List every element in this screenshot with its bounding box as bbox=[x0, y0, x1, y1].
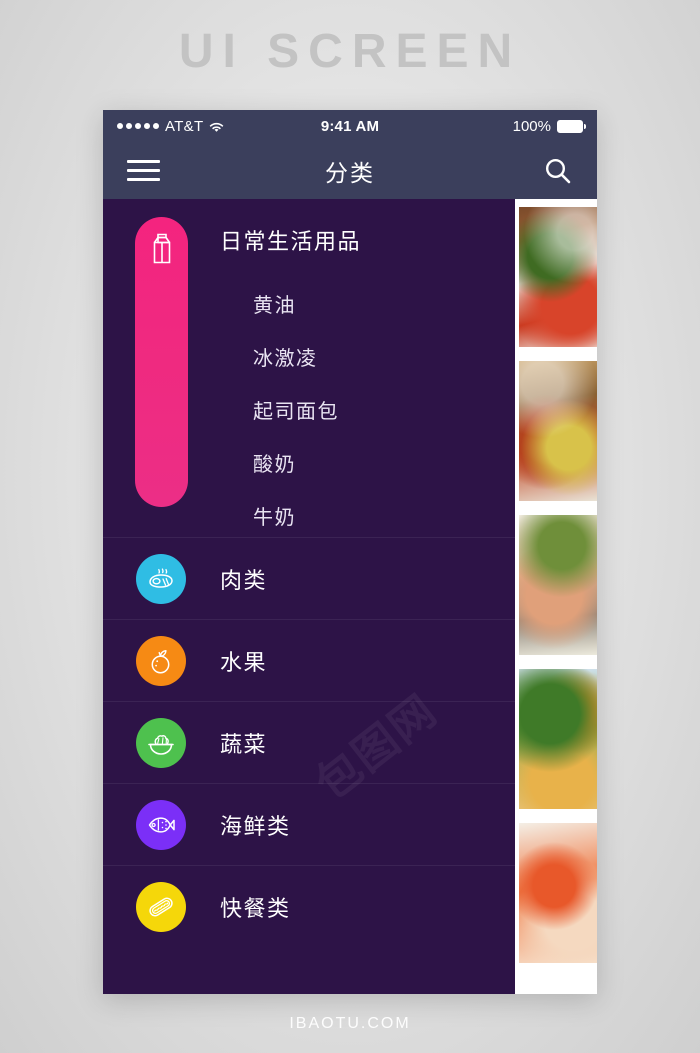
category-label: 海鲜类 bbox=[220, 813, 291, 839]
active-category-label: 日常生活用品 bbox=[220, 229, 362, 254]
battery-percent-label: 100% bbox=[512, 117, 551, 135]
category-label: 水果 bbox=[220, 649, 268, 675]
category-row-fastfood[interactable]: 快餐类 bbox=[103, 865, 515, 947]
status-bar: AT&T 9:41 AM 100% bbox=[103, 110, 597, 142]
site-footer: IBAOTU.COM bbox=[289, 1015, 411, 1032]
salad-bowl-icon bbox=[136, 717, 186, 768]
subcategory-item[interactable]: 黄油 bbox=[253, 289, 339, 318]
subcategory-item[interactable]: 冰激凌 bbox=[253, 342, 339, 371]
category-row-vegetable[interactable]: 蔬菜 bbox=[103, 701, 515, 783]
navigation-bar: 分类 bbox=[103, 142, 597, 199]
subcategory-item[interactable]: 酸奶 bbox=[253, 448, 339, 477]
category-label: 蔬菜 bbox=[220, 731, 268, 757]
category-row-fruit[interactable]: 水果 bbox=[103, 619, 515, 701]
phone-mockup: AT&T 9:41 AM 100% 分类 包图网 日常生活用品 黄油 冰激凌 起… bbox=[103, 110, 597, 994]
milk-carton-icon bbox=[147, 231, 177, 265]
product-photo-rail[interactable] bbox=[515, 199, 597, 994]
product-photo-card[interactable] bbox=[519, 515, 597, 655]
subcategory-list: 黄油 冰激凌 起司面包 酸奶 牛奶 bbox=[253, 289, 339, 530]
wifi-icon bbox=[209, 120, 224, 132]
category-label: 肉类 bbox=[220, 567, 268, 593]
carrier-label: AT&T bbox=[165, 117, 204, 135]
product-photo-card[interactable] bbox=[519, 823, 597, 963]
status-time: 9:41 AM bbox=[320, 117, 380, 135]
battery-full-icon bbox=[557, 119, 586, 133]
page-title: UI SCREEN bbox=[178, 25, 522, 78]
steak-icon bbox=[136, 553, 186, 604]
category-row-seafood[interactable]: 海鲜类 bbox=[103, 783, 515, 865]
fish-icon bbox=[136, 799, 186, 850]
category-sidebar: 包图网 日常生活用品 黄油 冰激凌 起司面包 酸奶 牛奶 肉类 水果 蔬菜 海鲜… bbox=[103, 199, 515, 994]
content-area: 包图网 日常生活用品 黄油 冰激凌 起司面包 酸奶 牛奶 肉类 水果 蔬菜 海鲜… bbox=[103, 199, 597, 994]
product-photo-card[interactable] bbox=[519, 207, 597, 347]
category-group-active[interactable]: 日常生活用品 黄油 冰激凌 起司面包 酸奶 牛奶 bbox=[103, 199, 515, 529]
category-list: 肉类 水果 蔬菜 海鲜类 快餐类 bbox=[103, 537, 515, 947]
active-category-indicator[interactable] bbox=[135, 217, 188, 507]
hotdog-icon bbox=[136, 881, 186, 932]
category-label: 快餐类 bbox=[220, 895, 291, 921]
signal-strength-icon bbox=[117, 123, 159, 129]
page-header-title: 分类 bbox=[325, 159, 375, 186]
product-photo-card[interactable] bbox=[519, 361, 597, 501]
product-photo-card[interactable] bbox=[519, 669, 597, 809]
search-icon[interactable] bbox=[543, 156, 573, 186]
subcategory-item[interactable]: 牛奶 bbox=[253, 501, 339, 530]
status-right: 100% bbox=[379, 117, 586, 135]
hamburger-menu-icon[interactable] bbox=[127, 160, 160, 181]
subcategory-item[interactable]: 起司面包 bbox=[253, 395, 339, 424]
orange-fruit-icon bbox=[136, 635, 186, 686]
category-row-meat[interactable]: 肉类 bbox=[103, 537, 515, 619]
status-left: AT&T bbox=[117, 118, 321, 135]
